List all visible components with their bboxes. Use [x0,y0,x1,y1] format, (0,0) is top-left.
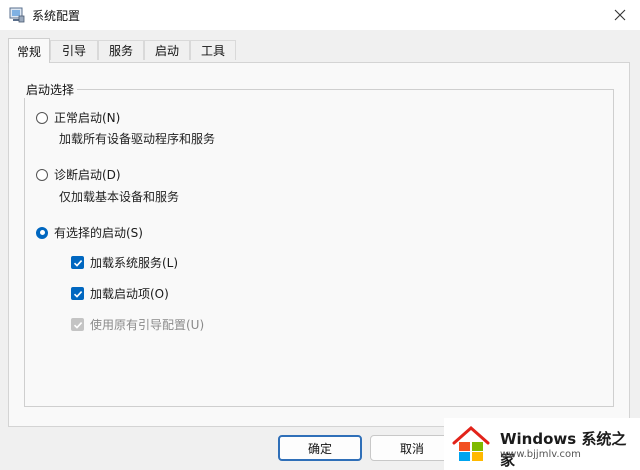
selective-startup-radio[interactable]: 有选择的启动(S) [36,224,143,241]
tab-services[interactable]: 服务 [98,40,144,60]
cancel-button[interactable]: 取消 [370,435,454,461]
checkbox-disabled [71,318,84,331]
check-icon [73,321,82,329]
use-original-boot-config-checkbox: 使用原有引导配置(U) [71,316,204,333]
checkbox-checked[interactable] [71,256,84,269]
diagnostic-startup-radio[interactable]: 诊断启动(D) [36,166,121,183]
checkbox-checked[interactable] [71,287,84,300]
selective-startup-label: 有选择的启动(S) [54,226,143,240]
watermark: Windows 系统之家 www.bjjmlv.com [444,418,640,470]
tab-general[interactable]: 常规 [8,38,50,63]
use-original-boot-config-label: 使用原有引导配置(U) [90,318,205,332]
normal-startup-label: 正常启动(N) [54,111,121,125]
load-system-services-label: 加载系统服务(L) [90,256,179,270]
check-icon [73,290,82,298]
diagnostic-startup-label: 诊断启动(D) [54,168,121,182]
load-startup-items-label: 加载启动项(O) [90,287,169,301]
system-config-app-icon [9,7,25,23]
startup-selection-legend: 启动选择 [23,81,78,98]
close-button[interactable] [606,3,634,27]
tab-tools[interactable]: 工具 [190,40,236,60]
watermark-url: www.bjjmlv.com [500,449,581,460]
load-startup-items-checkbox[interactable]: 加载启动项(O) [71,285,169,302]
tab-boot[interactable]: 引导 [50,40,98,60]
radio-button[interactable] [36,168,48,181]
tab-startup[interactable]: 启动 [144,40,190,60]
house-logo-icon [452,425,490,461]
close-icon [614,9,626,21]
tab-bar: 常规 引导 服务 启动 工具 [0,38,640,63]
ok-button[interactable]: 确定 [278,435,362,461]
radio-button-checked[interactable] [36,226,48,239]
window-title: 系统配置 [32,9,81,23]
load-system-services-checkbox[interactable]: 加载系统服务(L) [71,254,178,271]
check-icon [73,259,82,267]
radio-button[interactable] [36,111,48,124]
diagnostic-startup-desc: 仅加载基本设备和服务 [59,190,180,204]
general-tab-panel: 启动选择 正常启动(N) 加载所有设备驱动程序和服务 诊断启动(D) 仅加载基本… [8,62,630,427]
normal-startup-radio[interactable]: 正常启动(N) [36,109,120,126]
normal-startup-desc: 加载所有设备驱动程序和服务 [59,132,216,146]
title-bar: 系统配置 [0,0,640,30]
